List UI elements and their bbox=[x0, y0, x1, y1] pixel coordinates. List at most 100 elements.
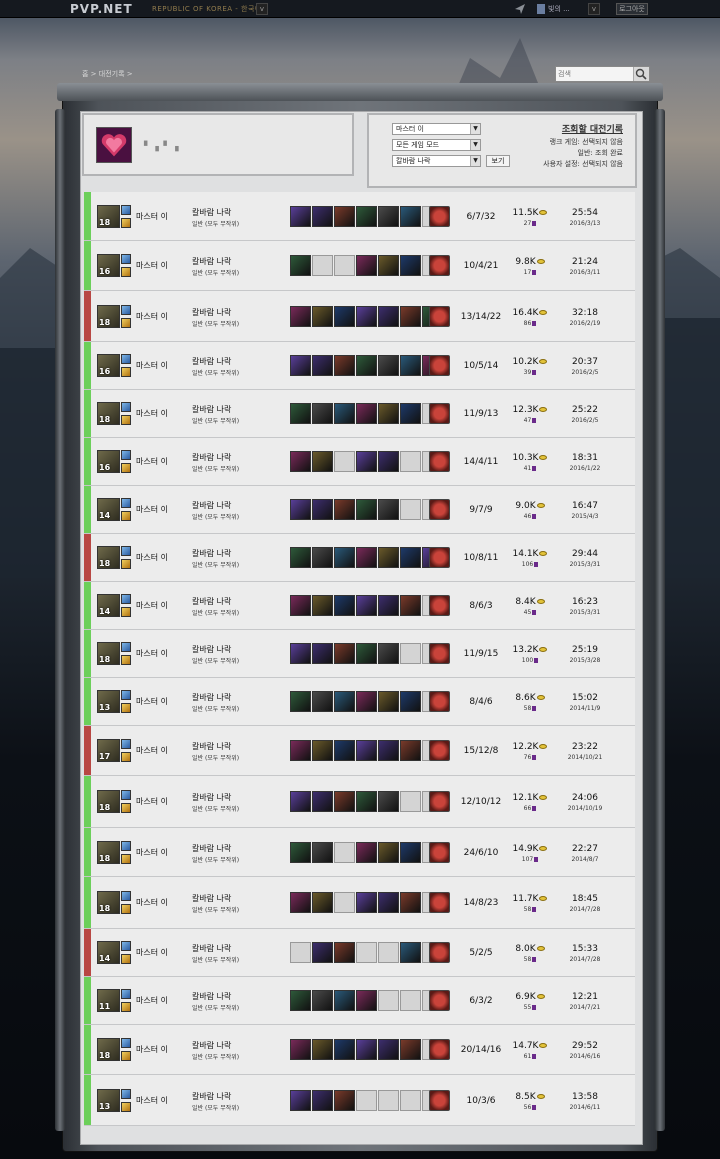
summoner-spell-icon bbox=[121, 941, 131, 951]
map-select[interactable]: 칼바람 나락 ▼ bbox=[392, 155, 481, 167]
match-row[interactable]: 16 마스터 이 칼바람 나락 일반 (모두 무작위) 10/4/21 9.8K 17 21:… bbox=[84, 241, 635, 291]
match-row[interactable]: 18 마스터 이 칼바람 나락 일반 (모두 무작위) 11/9/13 12.3K 47 25… bbox=[84, 390, 635, 438]
item-icon bbox=[378, 305, 399, 327]
send-icon[interactable] bbox=[515, 4, 525, 14]
creep-score-value: 58 bbox=[523, 906, 532, 913]
trinket-icon bbox=[429, 499, 450, 520]
minion-icon bbox=[532, 320, 537, 326]
region-dropdown[interactable]: v bbox=[256, 3, 268, 15]
item-icon bbox=[312, 643, 333, 664]
creep-score: 47 bbox=[510, 417, 550, 424]
item-icon bbox=[356, 403, 377, 424]
champion-select[interactable]: 마스터 이 ▼ bbox=[392, 123, 481, 135]
item-icon bbox=[400, 595, 421, 616]
summoner-spell-icon bbox=[121, 1038, 131, 1048]
filter-title[interactable]: 조회할 대전기록 bbox=[562, 122, 623, 135]
game-mode: 일반 (모두 무작위) bbox=[192, 418, 240, 425]
match-row[interactable]: 16 마스터 이 칼바람 나락 일반 (모두 무작위) 14/4/11 10.3K 41 18… bbox=[84, 438, 635, 486]
match-row[interactable]: 18 마스터 이 칼바람 나락 일반 (모두 무작위) 6/7/32 11.5K 27 25:… bbox=[84, 192, 635, 241]
item-slots bbox=[290, 740, 443, 761]
user-dropdown[interactable]: v bbox=[588, 3, 600, 15]
summoner-spell-icon bbox=[121, 690, 131, 700]
game-mode: 일반 (모두 무작위) bbox=[192, 220, 240, 228]
gold-value: 12.3K bbox=[512, 405, 539, 415]
item-slots bbox=[290, 990, 443, 1011]
view-button[interactable]: 보기 bbox=[486, 155, 510, 167]
match-row[interactable]: 18 마스터 이 칼바람 나락 일반 (모두 무작위) 24/6/10 14.9K 107 2… bbox=[84, 828, 635, 877]
game-mode: 일반 (모두 무작위) bbox=[192, 562, 240, 569]
gold-coin-icon bbox=[539, 455, 548, 460]
match-row[interactable]: 18 마스터 이 칼바람 나락 일반 (모두 무작위) 13/14/22 16.4K 86 3… bbox=[84, 291, 635, 342]
item-icon bbox=[400, 740, 421, 761]
match-row[interactable]: 18 마스터 이 칼바람 나락 일반 (모두 무작위) 14/8/23 11.7K 58 18… bbox=[84, 877, 635, 929]
item-icon bbox=[334, 499, 355, 520]
summoner-spell-icon bbox=[121, 1051, 131, 1061]
summoner-spell-icon bbox=[121, 304, 131, 315]
breadcrumb[interactable]: 홈 > 대전기록 > bbox=[82, 69, 133, 79]
gold-earned: 6.9K bbox=[510, 992, 550, 1002]
creep-score: 58 bbox=[510, 906, 550, 913]
gold-coin-icon bbox=[539, 845, 548, 851]
trinket-icon bbox=[429, 355, 450, 376]
chevron-down-icon: ▼ bbox=[470, 156, 480, 166]
match-row[interactable]: 13 마스터 이 칼바람 나락 일반 (모두 무작위) 10/3/6 8.5K 56 13:5… bbox=[84, 1075, 635, 1126]
match-row[interactable]: 18 마스터 이 칼바람 나락 일반 (모두 무작위) 20/14/16 14.7K 61 2… bbox=[84, 1025, 635, 1075]
gold-value: 6.9K bbox=[515, 992, 536, 1002]
game-duration: 29:44 bbox=[572, 549, 598, 559]
gold-value: 8.5K bbox=[515, 1091, 536, 1102]
match-row[interactable]: 13 마스터 이 칼바람 나락 일반 (모두 무작위) 8/4/6 8.6K 58 15:02… bbox=[84, 678, 635, 726]
game-duration: 32:18 bbox=[572, 307, 598, 318]
minion-icon bbox=[532, 610, 537, 615]
game-duration: 18:31 bbox=[572, 453, 598, 463]
map-select-value: 칼바람 나락 bbox=[396, 157, 431, 165]
item-icon bbox=[356, 740, 377, 761]
pvp-net-logo[interactable]: PVP.NET bbox=[70, 2, 133, 16]
item-icon bbox=[334, 205, 355, 227]
item-icon bbox=[400, 547, 421, 568]
item-icon bbox=[334, 990, 355, 1011]
map-name: 칼바람 나락 bbox=[192, 357, 232, 366]
gold-value: 14.1K bbox=[512, 549, 539, 559]
match-row[interactable]: 18 마스터 이 칼바람 나락 일반 (모두 무작위) 12/10/12 12.1K 66 2… bbox=[84, 776, 635, 828]
match-row[interactable]: 14 마스터 이 칼바람 나락 일반 (모두 무작위) 9/7/9 9.0K 46 16:47… bbox=[84, 486, 635, 534]
champion-icon: 18 bbox=[97, 891, 120, 914]
creep-score: 39 bbox=[510, 369, 550, 376]
game-mode-select[interactable]: 모든 게임 모드 ▼ bbox=[392, 139, 481, 151]
minion-icon bbox=[532, 370, 537, 375]
item-slots bbox=[290, 595, 443, 616]
match-row[interactable]: 17 마스터 이 칼바람 나락 일반 (모두 무작위) 15/12/8 12.2K 76 23… bbox=[84, 726, 635, 776]
gold-coin-icon bbox=[536, 946, 545, 951]
match-row[interactable]: 18 마스터 이 칼바람 나락 일반 (모두 무작위) 11/9/15 13.2K 100 2… bbox=[84, 630, 635, 678]
item-icon bbox=[356, 691, 377, 712]
game-duration: 22:27 bbox=[572, 843, 598, 854]
match-row[interactable]: 18 마스터 이 칼바람 나락 일반 (모두 무작위) 10/8/11 14.1K 106 2… bbox=[84, 534, 635, 582]
champion-level: 13 bbox=[99, 1101, 111, 1111]
match-row[interactable]: 14 마스터 이 칼바람 나락 일반 (모두 무작위) 8/6/3 8.4K 45 16:23… bbox=[84, 582, 635, 630]
search-input[interactable] bbox=[558, 68, 634, 80]
item-slots bbox=[290, 643, 443, 664]
creep-score: 58 bbox=[510, 705, 550, 712]
game-duration: 29:52 bbox=[572, 1041, 598, 1051]
match-row[interactable]: 11 마스터 이 칼바람 나락 일반 (모두 무작위) 6/3/2 6.9K 55 12:21… bbox=[84, 977, 635, 1025]
creep-score-value: 86 bbox=[523, 319, 532, 327]
item-icon bbox=[356, 892, 377, 913]
kda-value: 6/3/2 bbox=[469, 996, 493, 1006]
gold-earned: 10.3K bbox=[510, 453, 550, 463]
search-button[interactable] bbox=[633, 67, 649, 81]
item-icon bbox=[312, 595, 333, 616]
game-duration: 18:45 bbox=[572, 894, 598, 904]
creep-score-value: 58 bbox=[523, 705, 532, 712]
trinket-icon bbox=[429, 942, 450, 963]
match-row[interactable]: 14 마스터 이 칼바람 나락 일반 (모두 무작위) 5/2/5 8.0K 58 15:33… bbox=[84, 929, 635, 977]
user-name[interactable]: 빛의 ... bbox=[548, 4, 570, 14]
item-icon bbox=[334, 691, 355, 712]
match-row[interactable]: 16 마스터 이 칼바람 나락 일반 (모두 무작위) 10/5/14 10.2K 39 20… bbox=[84, 342, 635, 390]
logout-button[interactable]: 로그아웃 bbox=[616, 3, 648, 15]
gold-value: 10.2K bbox=[512, 357, 539, 367]
creep-score-value: 107 bbox=[521, 855, 534, 863]
champion-level: 18 bbox=[99, 803, 111, 812]
minion-icon bbox=[532, 466, 537, 471]
champion-level: 17 bbox=[99, 752, 111, 761]
result-indicator bbox=[84, 828, 91, 876]
item-slots bbox=[290, 942, 443, 963]
